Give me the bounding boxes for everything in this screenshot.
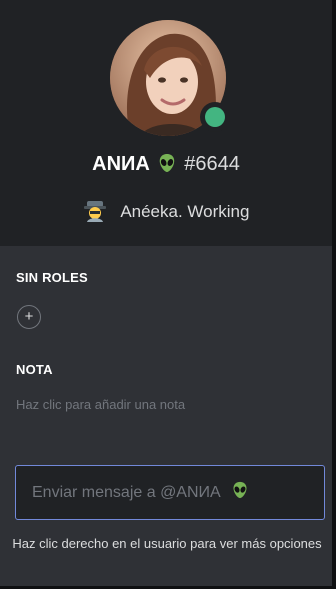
note-title: NOTA	[16, 362, 53, 377]
discriminator: #6644	[184, 153, 240, 175]
username: ANИA	[92, 153, 150, 175]
profile-header: ANИA #6644 Anéeka. Working	[0, 0, 332, 246]
note-input[interactable]: Haz clic para añadir una nota	[16, 397, 185, 412]
detective-icon	[83, 198, 107, 229]
avatar-container[interactable]	[110, 20, 230, 136]
add-role-button[interactable]: +	[17, 305, 41, 329]
message-input[interactable]: Enviar mensaje a @ANИA	[15, 465, 325, 520]
alien-icon	[231, 481, 249, 504]
roles-title: SIN ROLES	[16, 270, 88, 285]
custom-status-text: Anéeka. Working	[120, 202, 250, 221]
alien-icon	[157, 153, 177, 179]
context-menu-hint: Haz clic derecho en el usuario para ver …	[12, 536, 322, 551]
custom-status: Anéeka. Working	[0, 198, 332, 229]
username-row[interactable]: ANИA #6644	[0, 152, 332, 179]
user-profile-popout: ANИA #6644 Anéeka. Working SIN ROLES + N…	[0, 0, 336, 589]
online-status-dot	[205, 107, 225, 127]
message-placeholder: Enviar mensaje a @ANИA	[32, 483, 221, 501]
status-indicator	[200, 102, 230, 132]
